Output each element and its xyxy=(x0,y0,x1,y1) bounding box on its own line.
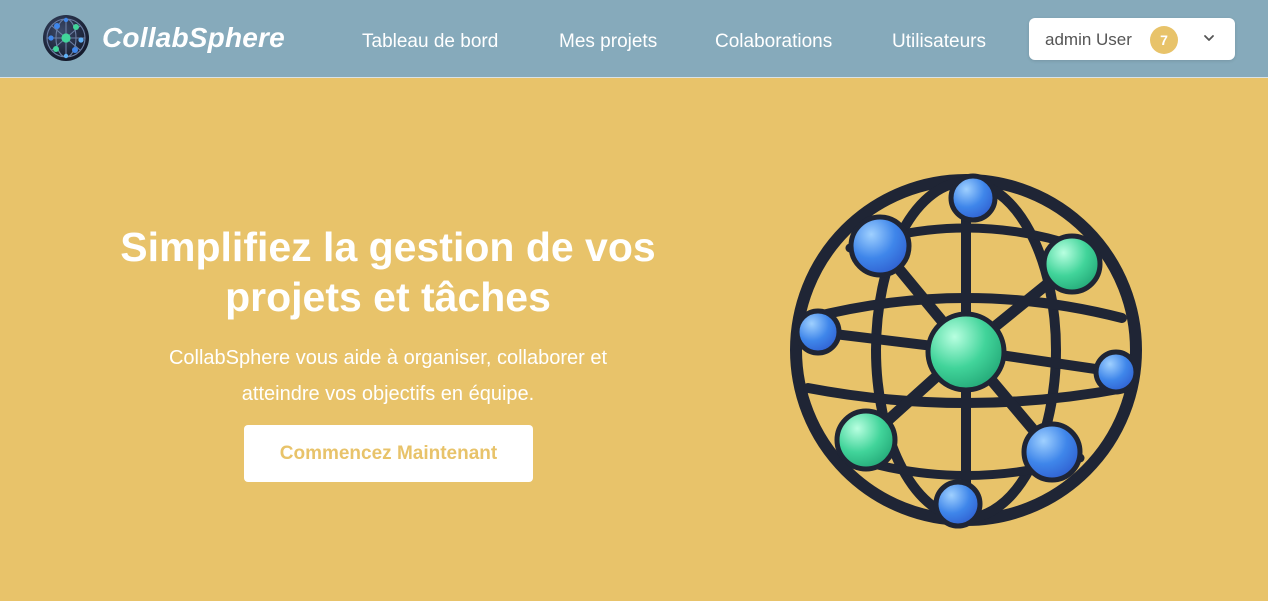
network-globe-illustration xyxy=(790,173,1142,529)
get-started-button[interactable]: Commencez Maintenant xyxy=(244,425,533,482)
hero-subtitle: CollabSphere vous aide à organiser, coll… xyxy=(118,340,658,412)
hero-title: Simplifiez la gestion de vos projets et … xyxy=(60,222,716,322)
hero-title-line2: projets et tâches xyxy=(225,274,551,320)
user-menu-button[interactable]: admin User 7 xyxy=(1029,18,1235,60)
nav-link-dashboard[interactable]: Tableau de bord xyxy=(362,31,498,53)
hero-subtitle-line2: atteindre vos objectifs en équipe. xyxy=(241,383,535,405)
nav-link-collaborations[interactable]: Colaborations xyxy=(715,31,832,53)
chevron-down-icon xyxy=(1204,35,1214,41)
nav-link-my-projects[interactable]: Mes projets xyxy=(559,31,657,53)
top-navbar: CollabSphere Tableau de bord Mes projets… xyxy=(0,0,1268,78)
nav-link-users[interactable]: Utilisateurs xyxy=(892,31,986,53)
notification-badge: 7 xyxy=(1150,26,1178,54)
brand-name: CollabSphere xyxy=(102,22,285,53)
network-globe-icon xyxy=(43,15,89,61)
brand[interactable]: CollabSphere xyxy=(42,14,285,62)
hero-title-line1: Simplifiez la gestion de vos xyxy=(120,224,656,270)
hero-subtitle-line1: CollabSphere vous aide à organiser, coll… xyxy=(168,347,608,369)
user-name: admin User xyxy=(1045,30,1132,49)
